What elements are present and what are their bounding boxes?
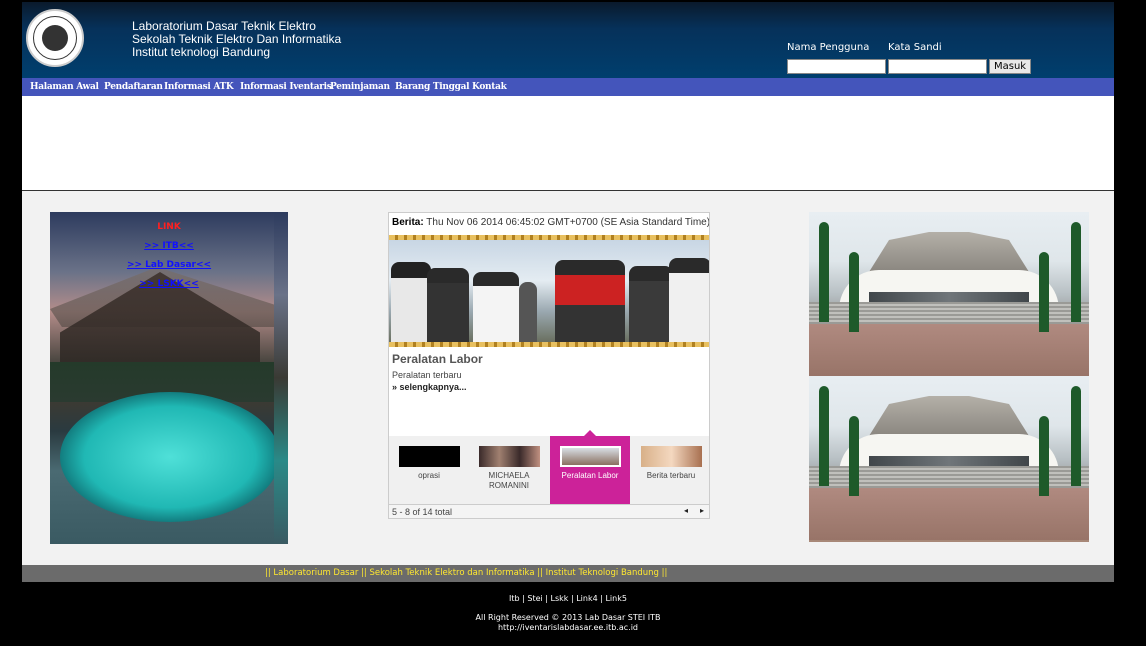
nav-kontak[interactable]: Kontak (472, 82, 507, 92)
campus-pool-image: LINK >> ITB<< >> Lab Dasar<< >> LSKK<< (50, 212, 288, 544)
news-datetime: Thu Nov 06 2014 06:45:02 GMT+0700 (SE As… (426, 217, 710, 228)
nav-halaman-awal[interactable]: Halaman Awal (30, 82, 99, 92)
thumb-label: Berita terbaru (646, 471, 696, 480)
thumb-michaela-image (479, 446, 540, 467)
thumb-oprasi-image (399, 446, 460, 467)
link-lskk[interactable]: >> LSKK<< (50, 275, 288, 294)
password-label: Kata Sandi (888, 42, 942, 53)
itb-logo (26, 9, 84, 67)
next-arrow-icon[interactable]: ▸ (700, 506, 704, 515)
links-title: LINK (157, 222, 181, 232)
thumb-label: Peralatan Labor (561, 471, 619, 480)
thumb-peralatan-labor[interactable]: Peralatan Labor (550, 430, 630, 504)
campus-building-image-2 (809, 376, 1089, 542)
news-title: Peralatan Labor (392, 352, 483, 366)
read-more-link[interactable]: » selengkapnya... (392, 382, 467, 392)
nav-informasi-atk[interactable]: Informasi ATK (164, 82, 234, 92)
thumb-label: oprasi (418, 471, 440, 480)
thumb-berita-terbaru[interactable]: Berita terbaru (631, 436, 709, 504)
news-pager: 5 - 8 of 14 total ◂ ▸ (389, 504, 709, 518)
banner-area (22, 96, 1114, 191)
link-lab-dasar[interactable]: >> Lab Dasar<< (50, 256, 288, 275)
news-subtitle: Peralatan terbaru (392, 370, 462, 380)
nav-pendaftaran[interactable]: Pendaftaran (104, 82, 163, 92)
footer-links-bar: || Laboratorium Dasar || Sekolah Teknik … (22, 565, 1114, 582)
site-title-line-3: Institut teknologi Bandung (132, 45, 271, 59)
page: Laboratorium Dasar Teknik Elektro Sekola… (22, 2, 1114, 646)
login-button[interactable]: Masuk (989, 59, 1032, 74)
news-header: Berita: Thu Nov 06 2014 06:45:02 GMT+070… (392, 217, 710, 228)
news-label: Berita: (392, 217, 424, 228)
nav-informasi-iventaris[interactable]: Informasi Iventaris (240, 82, 332, 92)
footer-quick-links[interactable]: Itb | Stei | Lskk | Link4 | Link5 (22, 594, 1114, 603)
thumb-peralatan-image (560, 446, 621, 467)
link-itb[interactable]: >> ITB<< (50, 237, 288, 256)
pager-count: 5 - 8 of 14 total (392, 507, 453, 517)
news-image[interactable] (389, 235, 709, 347)
nav-peminjaman[interactable]: Peminjaman (330, 82, 390, 92)
campus-building-image-1 (809, 212, 1089, 376)
main-nav: Halaman Awal Pendaftaran Informasi ATK I… (22, 78, 1114, 96)
links-panel: LINK >> ITB<< >> Lab Dasar<< >> LSKK<< (50, 218, 288, 294)
prev-arrow-icon[interactable]: ◂ (684, 506, 688, 515)
password-input[interactable] (888, 59, 987, 74)
thumb-berita-image (641, 446, 702, 467)
thumb-michaela-romanini[interactable]: MICHAELA ROMANINI (469, 436, 549, 504)
header: Laboratorium Dasar Teknik Elektro Sekola… (22, 2, 1114, 78)
copyright-text: All Right Reserved © 2013 Lab Dasar STEI… (475, 613, 661, 622)
footer: Itb | Stei | Lskk | Link4 | Link5 All Ri… (22, 582, 1114, 646)
thumb-oprasi[interactable]: oprasi (389, 436, 469, 504)
footer-institution-links[interactable]: || Laboratorium Dasar || Sekolah Teknik … (265, 568, 667, 578)
news-thumbnails: oprasi MICHAELA ROMANINI Peralatan Labor… (389, 430, 709, 504)
footer-copyright: All Right Reserved © 2013 Lab Dasar STEI… (22, 613, 1114, 633)
site-title: Laboratorium Dasar Teknik Elektro Sekola… (132, 20, 341, 59)
site-url: http://iventarislabdasar.ee.itb.ac.id (497, 623, 639, 632)
thumb-label: MICHAELA ROMANINI (488, 471, 530, 490)
nav-barang-tinggal[interactable]: Barang Tinggal (395, 82, 470, 92)
news-widget: Berita: Thu Nov 06 2014 06:45:02 GMT+070… (388, 212, 710, 519)
username-label: Nama Pengguna (787, 42, 870, 53)
username-input[interactable] (787, 59, 886, 74)
